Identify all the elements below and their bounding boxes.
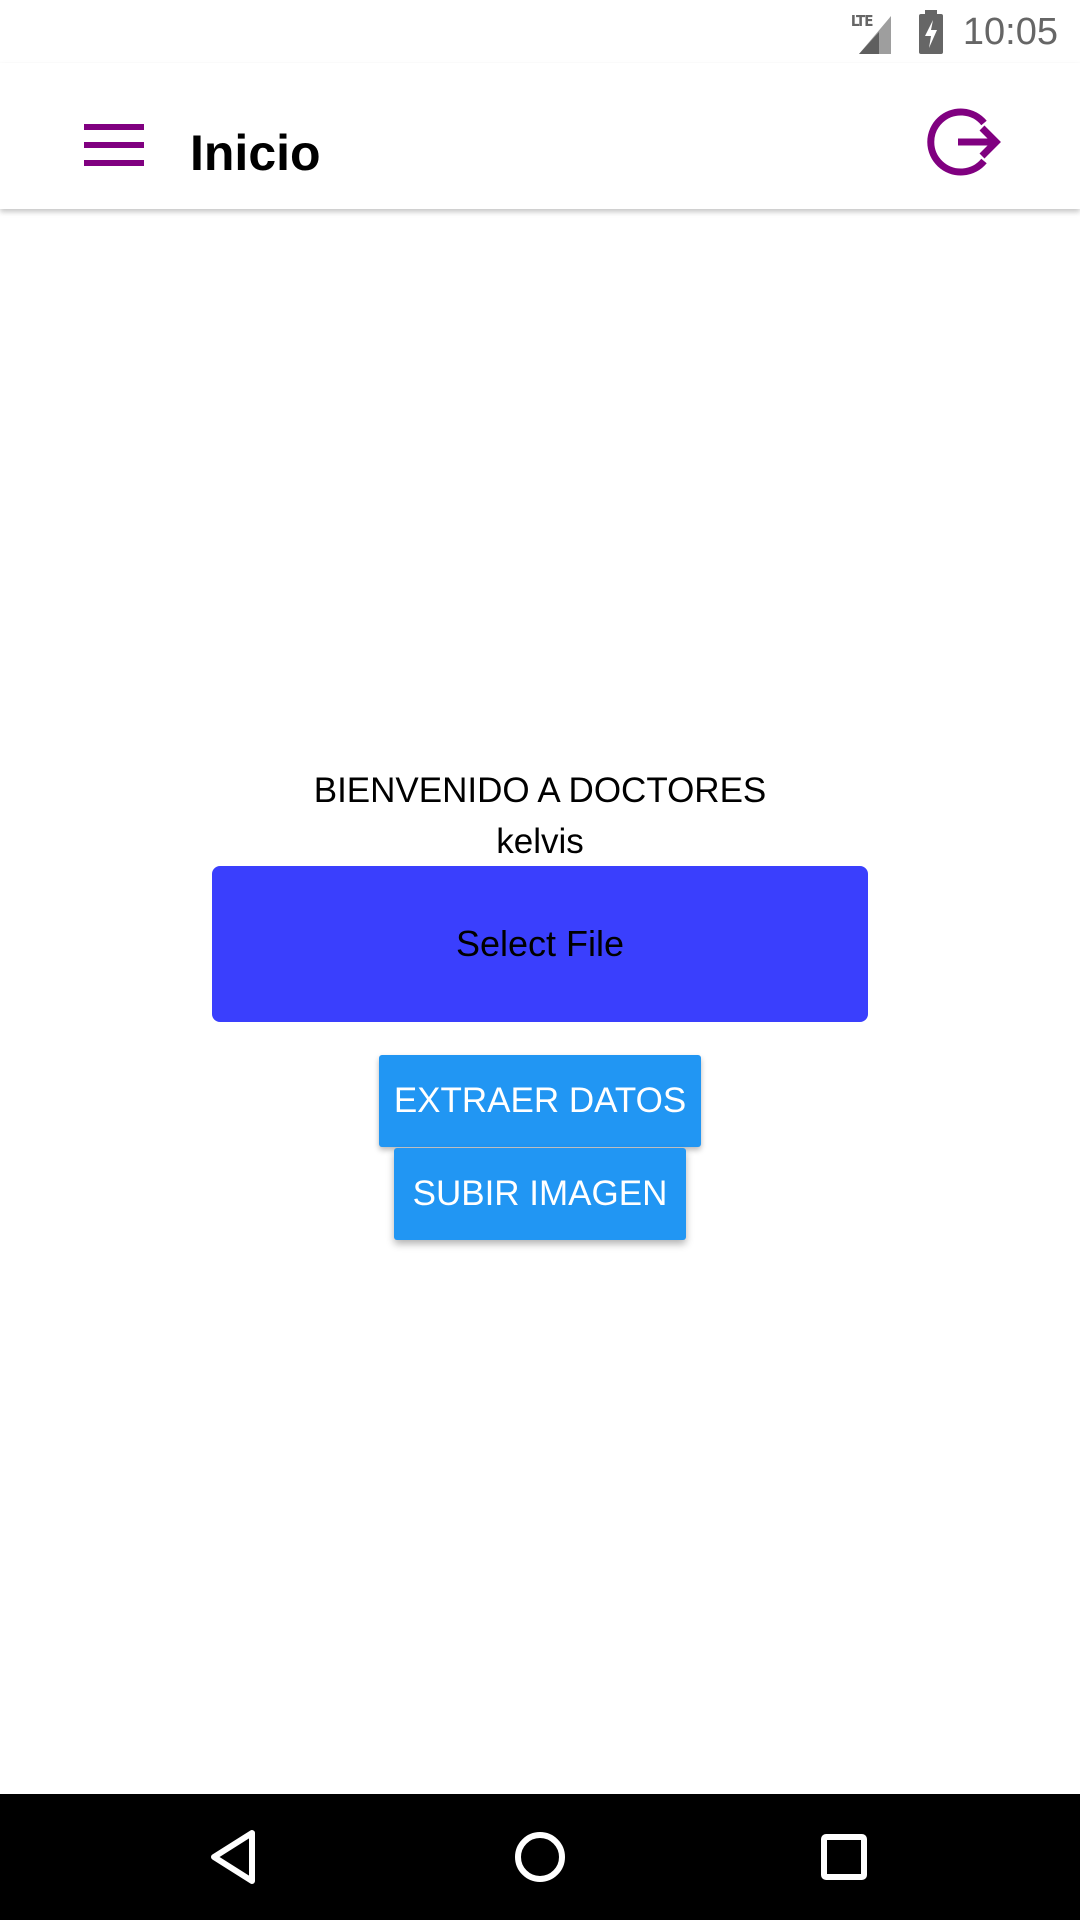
upload-image-button[interactable]: SUBIR IMAGEN <box>394 1148 686 1240</box>
logout-icon <box>927 108 1001 176</box>
status-icons: LTE 10:05 <box>851 8 1058 56</box>
lte-signal-icon: LTE <box>851 10 899 54</box>
back-icon <box>211 1830 255 1884</box>
navigation-bar <box>0 1794 1080 1920</box>
recents-icon <box>821 1834 867 1880</box>
extract-data-button[interactable]: EXTRAER DATOS <box>379 1055 701 1147</box>
logout-button[interactable] <box>922 99 1008 185</box>
screen: LTE 10:05 Inicio BIENVENIDO A DOCTORES k… <box>0 0 1080 1920</box>
home-button[interactable] <box>500 1817 580 1897</box>
select-file-button[interactable]: Select File <box>212 866 868 1022</box>
status-bar: LTE 10:05 <box>0 0 1080 63</box>
battery-charging-icon <box>918 10 943 54</box>
back-button[interactable] <box>196 1817 276 1897</box>
user-name: kelvis <box>496 822 584 861</box>
recents-button[interactable] <box>804 1817 884 1897</box>
welcome-text: BIENVENIDO A DOCTORES <box>313 771 767 810</box>
app-bar: Inicio <box>0 63 1080 209</box>
status-time: 10:05 <box>962 11 1058 53</box>
menu-button[interactable] <box>66 105 160 199</box>
home-icon <box>515 1832 565 1882</box>
page-title: Inicio <box>190 125 321 181</box>
